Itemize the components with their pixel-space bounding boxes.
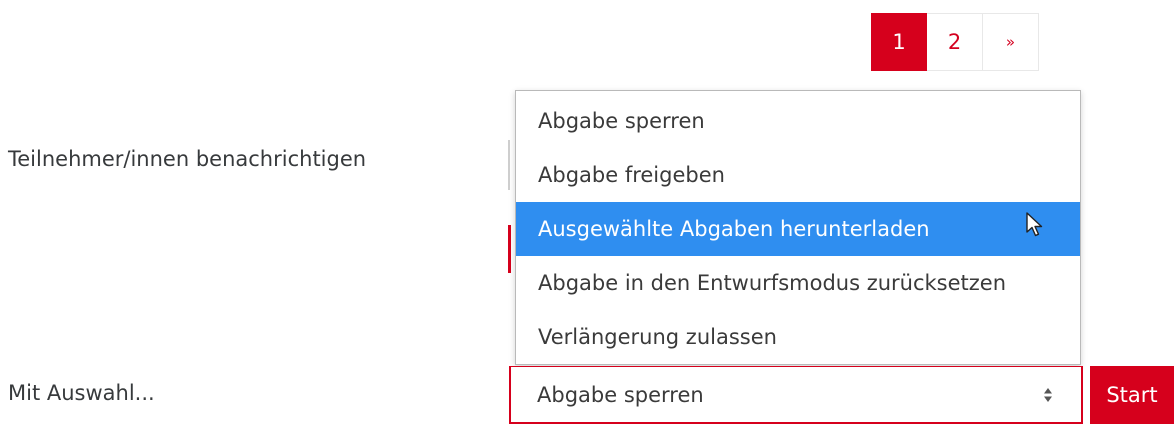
option-download-selected[interactable]: Ausgewählte Abgaben herunterladen [516, 202, 1080, 256]
start-button[interactable]: Start [1090, 366, 1174, 424]
next-page-link[interactable]: » [983, 13, 1039, 71]
page-link-2[interactable]: 2 [927, 13, 983, 71]
option-unlock-submission[interactable]: Abgabe freigeben [516, 148, 1080, 202]
option-lock-submission[interactable]: Abgabe sperren [516, 94, 1080, 148]
pagination: 1 2 » [871, 13, 1039, 71]
with-selection-label: Mit Auswahl... [8, 381, 155, 405]
option-revert-to-draft[interactable]: Abgabe in den Entwurfsmodus zurücksetzen [516, 256, 1080, 310]
notify-students-label: Teilnehmer/innen benachrichtigen [8, 147, 367, 171]
sort-arrows-icon [1044, 388, 1052, 402]
option-download-selected-label: Ausgewählte Abgaben herunterladen [538, 217, 930, 241]
page-root: 1 2 » Teilnehmer/innen benachrichtigen M… [0, 0, 1174, 425]
bulk-action-dropdown: Abgabe sperren Abgabe freigeben Ausgewäh… [515, 90, 1081, 365]
bulk-action-select[interactable]: Abgabe sperren [509, 366, 1083, 424]
page-link-1[interactable]: 1 [871, 13, 927, 71]
bulk-action-select-value: Abgabe sperren [537, 382, 704, 407]
mouse-pointer-icon [1026, 212, 1043, 237]
option-grant-extension[interactable]: Verlängerung zulassen [516, 310, 1080, 364]
